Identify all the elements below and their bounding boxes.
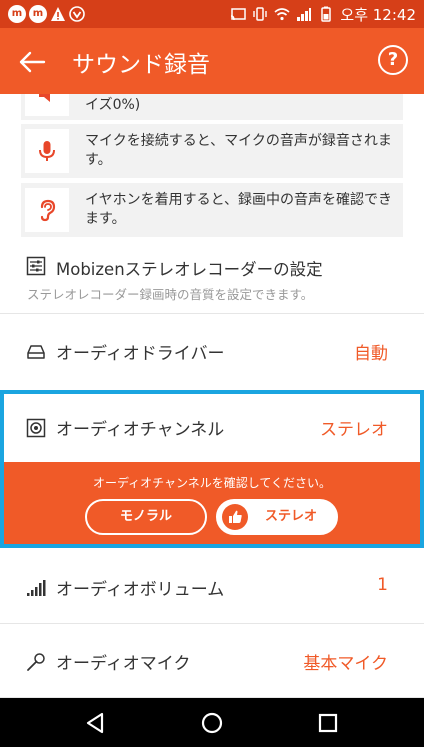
audio-volume-value[interactable]: 1 xyxy=(377,575,388,595)
equalizer-settings-icon xyxy=(26,256,46,276)
mobizen-icon: m xyxy=(8,5,26,23)
info-card-microphone: マイクを接続すると、マイクの音声が録音されます。 xyxy=(21,124,403,178)
app-bar: サウンド録音 ? xyxy=(0,28,424,94)
speaker-icon xyxy=(39,94,50,102)
info-card-text: イヤホンを着用すると、録画中の音声を確認できます。 xyxy=(85,192,393,227)
settings-content[interactable]: イズ0%) マイクを接続すると、マイクの音声が録音されます。 イヤホンを着用する… xyxy=(0,94,424,698)
microphone-outline-icon xyxy=(27,653,45,671)
audio-driver-row[interactable]: オーディオドライバー 自動 xyxy=(0,314,424,388)
status-left-icons: m m xyxy=(8,5,85,23)
audio-mic-row[interactable]: オーディオマイク 基本マイク xyxy=(0,624,424,698)
wifi-icon xyxy=(274,8,290,21)
page-title: サウンド録音 xyxy=(72,52,210,78)
thumbs-up-badge xyxy=(222,504,248,530)
microphone-icon xyxy=(39,141,55,161)
info-card-ear: イヤホンを着用すると、録画中の音声を確認できます。 xyxy=(21,183,403,237)
mono-option-button[interactable]: モノラル xyxy=(85,499,207,535)
signal-icon xyxy=(297,8,312,21)
info-card-text: イズ0%) xyxy=(85,97,141,113)
audio-channel-value[interactable]: ステレオ xyxy=(320,415,388,440)
help-button[interactable]: ? xyxy=(378,45,408,75)
volume-bars-icon xyxy=(27,580,46,596)
ear-icon-box xyxy=(25,188,69,232)
audio-mic-label: オーディオマイク xyxy=(56,654,191,674)
navigation-bar xyxy=(0,698,424,747)
mono-option-label: モノラル xyxy=(119,509,172,524)
audio-channel-picker: オーディオチャンネルを確認してください。 モノラル ステレオ xyxy=(4,462,420,544)
info-card-text: マイクを接続すると、マイクの音声が録音されます。 xyxy=(85,133,392,168)
audio-channel-section: オーディオチャンネル ステレオ オーディオチャンネルを確認してください。 モノラ… xyxy=(0,390,424,548)
alert-icon xyxy=(51,7,65,21)
audio-channel-label: オーディオチャンネル xyxy=(56,420,225,440)
status-bar: m m 오후 12:42 xyxy=(0,0,424,28)
stereo-option-button[interactable]: ステレオ xyxy=(216,499,338,535)
ear-icon xyxy=(40,199,56,222)
thumbs-up-icon xyxy=(229,510,242,523)
info-card-speaker: イズ0%) xyxy=(21,94,403,120)
audio-driver-label: オーディオドライバー xyxy=(56,344,225,364)
stereo-option-label: ステレオ xyxy=(264,509,317,524)
audio-channel-prompt: オーディオチャンネルを確認してください。 xyxy=(92,476,332,490)
recents-square-icon[interactable] xyxy=(314,709,342,737)
battery-icon xyxy=(321,6,332,22)
audio-volume-row[interactable]: オーディオボリューム 1 xyxy=(0,550,424,624)
status-right: 오후 12:42 xyxy=(230,4,416,25)
back-triangle-icon[interactable] xyxy=(82,709,110,737)
screen-cast-icon xyxy=(231,8,247,21)
mobizen-icon: m xyxy=(29,5,47,23)
speaker-box-icon xyxy=(26,418,46,438)
arrow-left-icon[interactable] xyxy=(16,46,48,78)
stereo-recorder-title: Mobizenステレオレコーダーの設定 xyxy=(56,260,323,279)
speaker-icon-box xyxy=(25,94,69,116)
audio-channel-row[interactable]: オーディオチャンネル ステレオ xyxy=(4,394,420,462)
microphone-icon-box xyxy=(25,129,69,173)
vibrate-icon xyxy=(253,7,268,21)
audio-volume-label: オーディオボリューム xyxy=(56,580,225,600)
audio-mic-value[interactable]: 基本マイク xyxy=(303,649,388,674)
audio-driver-value[interactable]: 自動 xyxy=(354,339,388,364)
hard-drive-icon xyxy=(27,345,45,359)
home-circle-icon[interactable] xyxy=(198,709,226,737)
download-icon xyxy=(69,6,85,22)
stereo-recorder-subtitle: ステレオレコーダー録画時の音質を設定できます。 xyxy=(27,287,314,302)
status-time: 오후 12:42 xyxy=(340,5,416,24)
